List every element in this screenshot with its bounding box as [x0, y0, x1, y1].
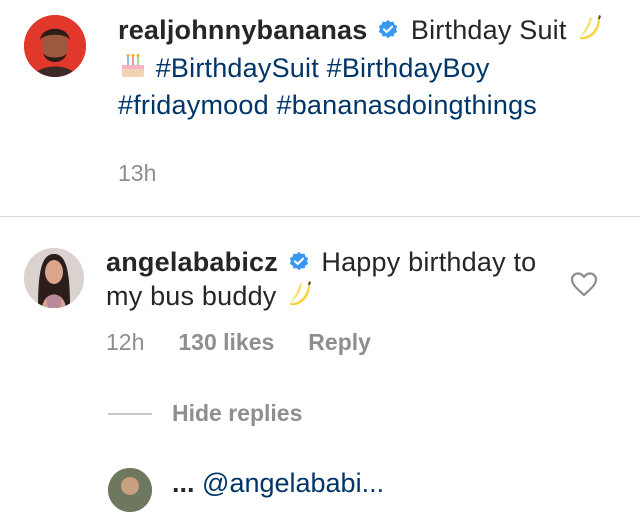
hashtag-link[interactable]: #fridaymood	[118, 90, 269, 120]
verified-badge-icon	[289, 251, 308, 271]
post-timestamp: 13h	[118, 160, 157, 186]
post-username[interactable]: realjohnnybananas	[118, 15, 367, 45]
banana-emoji-icon	[284, 279, 314, 317]
comment-author-avatar[interactable]	[24, 248, 84, 308]
post-caption: realjohnnybananas Birthday Suit #Birthda…	[0, 0, 640, 217]
hashtag-link[interactable]: #BirthdayBoy	[327, 53, 490, 83]
reply-preview: ... @angelababi...	[172, 468, 384, 499]
hashtag-link[interactable]: #BirthdaySuit	[156, 53, 319, 83]
hide-replies-line	[108, 412, 152, 415]
banana-emoji-icon	[574, 13, 604, 51]
caption-text: realjohnnybananas Birthday Suit #Birthda…	[118, 13, 618, 122]
hashtag-link[interactable]: #bananasdoingthings	[276, 90, 537, 120]
reply-username[interactable]: ...	[172, 468, 195, 498]
comment-meta: 12h 130 likes Reply	[106, 329, 405, 356]
reply-author-avatar[interactable]	[108, 468, 152, 512]
post-author-avatar[interactable]	[24, 15, 86, 77]
profile-photo-icon	[24, 15, 86, 77]
hide-replies-toggle[interactable]: Hide replies	[108, 400, 302, 427]
heart-outline-icon[interactable]	[570, 271, 598, 297]
divider	[0, 216, 640, 217]
profile-photo-icon	[24, 248, 84, 308]
verified-badge-icon	[379, 19, 398, 39]
comment-timestamp: 12h	[106, 329, 145, 355]
comment-likes[interactable]: 130 likes	[178, 329, 274, 356]
reply-mention[interactable]: @angelababi...	[202, 468, 384, 498]
birthday-cake-emoji-icon	[118, 51, 148, 89]
reply-button[interactable]: Reply	[308, 329, 371, 356]
comment-username[interactable]: angelababicz	[106, 247, 278, 277]
caption-prefix: Birthday Suit	[410, 15, 567, 45]
profile-photo-icon	[108, 468, 152, 512]
hide-replies-label: Hide replies	[172, 400, 303, 426]
comment-text-block: angelababicz Happy birthday to my bus bu…	[106, 246, 546, 317]
